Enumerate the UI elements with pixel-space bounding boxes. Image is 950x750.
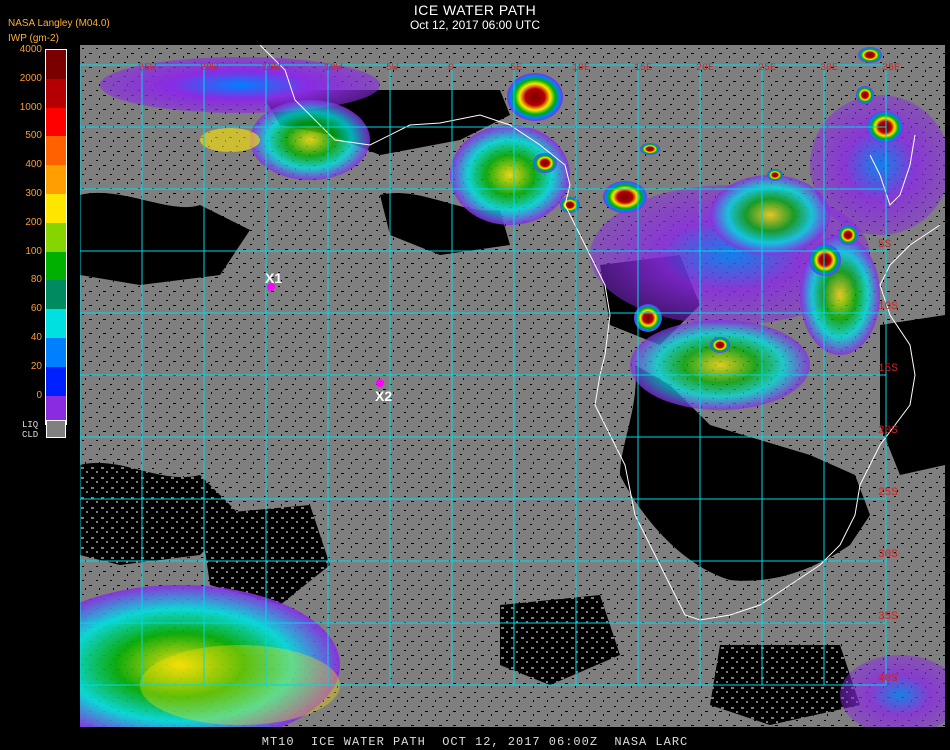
lat-label-0: 5S — [878, 239, 892, 251]
ice-water-path-map[interactable]: 25W 20W 15W 10W 5W 0 5E 10E 15E 20E 25E 30E 35E 5S 10… — [80, 45, 945, 727]
legend-label-3: 500 — [25, 130, 42, 142]
lon-label-11: 30E — [820, 63, 838, 74]
lon-label-4: 5W — [386, 63, 398, 74]
marker-x1-label: X1 — [265, 270, 282, 286]
source-label: NASA Langley (M04.0) — [8, 18, 110, 29]
legend-label-0: 4000 — [19, 44, 42, 55]
legend-label-8: 80 — [30, 274, 42, 286]
lon-label-0: 25W — [138, 63, 156, 74]
legend-label-10: 40 — [30, 332, 42, 343]
lon-label-8: 15E — [634, 63, 652, 74]
legend-label-6: 200 — [25, 216, 42, 228]
legend-label-5: 300 — [25, 188, 42, 199]
lat-label-4: 25S — [878, 487, 898, 499]
legend-label-7: 100 — [25, 245, 42, 257]
liquid-cloud-label-1: LIQ — [22, 420, 39, 430]
lon-label-10: 25E — [758, 63, 776, 74]
lon-label-2: 15W — [262, 63, 280, 74]
lat-label-1: 10S — [878, 301, 898, 313]
map-subtitle: Oct 12, 2017 06:00 UTC — [409, 18, 541, 32]
units-label: IWP (gm-2) — [8, 33, 59, 44]
lon-label-9: 20E — [696, 63, 714, 74]
lon-label-6: 5E — [510, 63, 522, 74]
footer-caption: MT10 ICE WATER PATH OCT 12, 2017 06:00Z … — [261, 735, 689, 749]
lat-label-2: 15S — [878, 363, 898, 375]
liquid-cloud-label-2: CLD — [22, 430, 39, 440]
legend-label-9: 60 — [30, 303, 42, 315]
legend-label-11: 20 — [30, 360, 42, 372]
legend-label-2: 1000 — [19, 101, 42, 113]
lon-label-12: 35E — [882, 63, 900, 74]
legend-label-1: 2000 — [19, 72, 42, 84]
lon-label-3: 10W — [324, 63, 342, 74]
lon-label-7: 10E — [572, 63, 590, 74]
marker-x2-label: X2 — [375, 388, 392, 404]
lon-label-1: 20W — [200, 63, 218, 74]
legend-label-12: 0 — [36, 389, 42, 401]
legend-frame — [45, 49, 67, 426]
lat-label-6: 35S — [878, 611, 898, 623]
lat-label-3: 20S — [878, 425, 898, 437]
map-title: ICE WATER PATH — [413, 2, 537, 18]
lat-label-7: 40S — [878, 673, 898, 685]
liquid-cloud-swatch — [46, 420, 66, 438]
legend-label-4: 400 — [25, 159, 42, 171]
lon-label-5: 0 — [448, 63, 454, 74]
lat-label-5: 30S — [878, 549, 898, 561]
